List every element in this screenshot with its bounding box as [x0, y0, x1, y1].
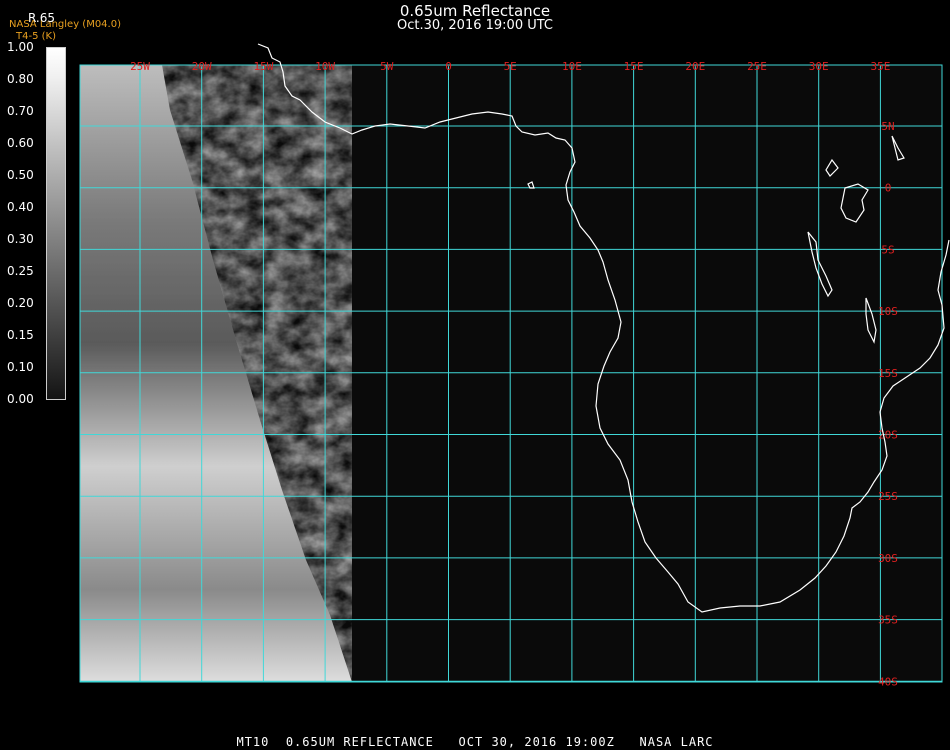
satellite-viewer: 0.65um Reflectance Oct.30, 2016 19:00 UT…: [0, 0, 950, 750]
longitude-label: 0: [445, 60, 452, 73]
longitude-label: 10E: [562, 60, 582, 73]
longitude-label: 15W: [253, 60, 273, 73]
latitude-label: 10S: [878, 305, 898, 318]
latitude-label: 5N: [881, 120, 894, 133]
longitude-label: 25E: [747, 60, 767, 73]
longitude-label: 20E: [685, 60, 705, 73]
longitude-label: 5W: [380, 60, 394, 73]
latitude-label: 0: [885, 182, 892, 195]
longitude-label: 35E: [870, 60, 890, 73]
latitude-label: 15S: [878, 367, 898, 380]
longitude-label: 25W: [130, 60, 150, 73]
longitude-label: 20W: [192, 60, 212, 73]
latitude-label: 25S: [878, 490, 898, 503]
longitude-label: 5E: [504, 60, 517, 73]
satellite-map[interactable]: 25W 20W 15W 10W 5W 0 5E 10E 15E 20E 25E 30E 35E 5N 0 5…: [0, 0, 950, 750]
latitude-label: 5S: [881, 243, 894, 256]
longitude-label: 15E: [624, 60, 644, 73]
latitude-label: 35S: [878, 614, 898, 627]
latitude-label: 20S: [878, 429, 898, 442]
longitude-label: 30E: [809, 60, 829, 73]
latitude-label: 30S: [878, 552, 898, 565]
longitude-label: 10W: [315, 60, 335, 73]
latitude-label: 40S: [878, 675, 898, 688]
footer-caption: MT10 0.65UM REFLECTANCE OCT 30, 2016 19:…: [236, 735, 714, 749]
